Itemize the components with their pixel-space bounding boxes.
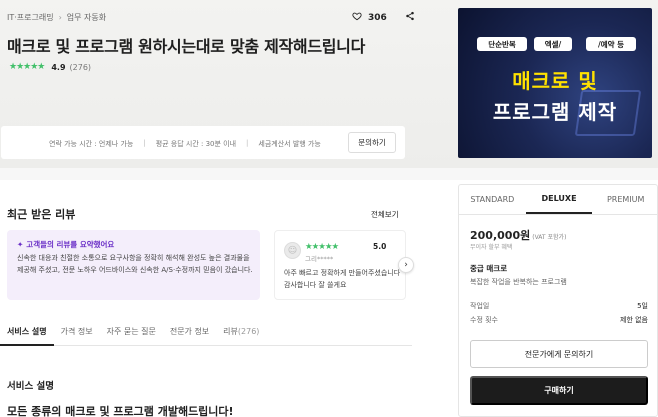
banner-chip: 엑셀/ xyxy=(534,37,572,51)
sparkle-icon: ✦ xyxy=(17,240,24,249)
plan-description: 복잡한 작업을 반복하는 프로그램 xyxy=(470,278,567,286)
tab-faq[interactable]: 자주 묻는 질문 xyxy=(100,318,163,346)
breadcrumb: IT·프로그래밍 › 업무 자동화 xyxy=(7,12,106,23)
header-actions: 306 xyxy=(352,11,415,24)
info-divider: | xyxy=(143,139,146,147)
rating-score: 4.9 xyxy=(51,62,66,72)
tab-expert-info[interactable]: 전문가 정보 xyxy=(163,318,216,346)
breadcrumb-category[interactable]: IT·프로그래밍 xyxy=(7,12,54,23)
banner-chip: 단순반복 xyxy=(477,37,527,51)
breadcrumb-separator: › xyxy=(58,13,62,22)
buy-button[interactable]: 구매하기 xyxy=(470,376,648,405)
breadcrumb-subcategory[interactable]: 업무 자동화 xyxy=(67,12,106,23)
share-icon[interactable] xyxy=(405,11,415,24)
reviews-title: 최근 받은 리뷰 xyxy=(7,208,76,221)
ai-summary-text: 신속한 대응과 친절한 소통으로 요구사항을 정확히 해석해 완성도 높은 결과… xyxy=(17,254,253,274)
package-tabs: STANDARD DELUXE PREMIUM xyxy=(459,185,658,215)
package-panel: STANDARD DELUXE PREMIUM 200,000원 (VAT 포함가… xyxy=(458,184,658,417)
banner-headline: 매크로 및 xyxy=(512,69,598,93)
service-banner-image: 단순반복 엑셀/ /예약 등 매크로 및 프로그램 제작 xyxy=(458,8,652,158)
tab-standard[interactable]: STANDARD xyxy=(459,185,526,214)
heart-icon[interactable] xyxy=(352,11,362,24)
review-score: 5.0 xyxy=(373,242,387,251)
reviewer-name: 그리***** xyxy=(305,255,334,263)
ai-summary-title: 고객들의 리뷰를 요약했어요 xyxy=(26,240,115,249)
info-divider: | xyxy=(246,139,249,147)
installment-note: 무이자 할부 혜택 xyxy=(470,244,513,251)
revisions-value: 제한 없음 xyxy=(620,316,648,324)
tab-deluxe[interactable]: DELUXE xyxy=(525,185,593,214)
response-time: 평균 응답 시간 : 30분 이내 xyxy=(155,140,237,148)
star-rating-icon: ★★★★★ xyxy=(9,62,45,72)
detail-tabs: 서비스 설명 가격 정보 자주 묻는 질문 전문가 정보 리뷰(276) xyxy=(0,318,412,346)
tab-reviews[interactable]: 리뷰(276) xyxy=(216,318,266,346)
tax-invoice: 세금계산서 발행 가능 xyxy=(258,140,321,148)
revisions-row: 수정 횟수 제한 없음 xyxy=(470,315,648,325)
tab-service-description[interactable]: 서비스 설명 xyxy=(0,318,54,346)
tab-price-info[interactable]: 가격 정보 xyxy=(54,318,100,346)
contact-time: 연락 가능 시간 : 언제나 가능 xyxy=(49,140,134,148)
contact-expert-button[interactable]: 전문가에게 문의하기 xyxy=(470,340,648,368)
service-description-heading: 서비스 설명 xyxy=(7,381,55,392)
see-all-link[interactable]: 전체보기 xyxy=(371,209,399,220)
like-count: 306 xyxy=(368,12,387,23)
section-divider xyxy=(0,168,658,180)
banner-headline-2: 프로그램 제작 xyxy=(492,100,618,124)
review-text: 아주 빠르고 정확하게 만들어주셨습니다 감사합니다 잘 쓸게요 xyxy=(284,269,401,289)
package-price: 200,000원 (VAT 포함가) xyxy=(470,229,567,242)
chevron-right-icon[interactable]: › xyxy=(398,257,414,273)
banner-chip: /예약 등 xyxy=(586,37,636,51)
inquire-button[interactable]: 문의하기 xyxy=(348,132,396,153)
tab-premium[interactable]: PREMIUM xyxy=(592,185,658,214)
ai-review-summary: ✦ 고객들의 리뷰를 요약했어요 신속한 대응과 친절한 소통으로 요구사항을 … xyxy=(7,230,260,300)
review-card[interactable]: ☺ ★★★★★ 5.0 그리***** 아주 빠르고 정확하게 만들어주셨습니다… xyxy=(274,230,406,300)
service-description-subheading: 모든 종류의 매크로 및 프로그램 개발해드립니다! xyxy=(7,405,234,417)
plan-name: 중급 매크로 xyxy=(470,264,508,273)
rating-count[interactable]: (276) xyxy=(70,63,92,72)
avatar: ☺ xyxy=(284,242,301,259)
work-days-row: 작업일 5일 xyxy=(470,301,648,311)
work-days-label: 작업일 xyxy=(470,302,490,310)
service-title: 매크로 및 프로그램 원하시는대로 맞춤 제작해드립니다 xyxy=(7,37,366,56)
star-rating-icon: ★★★★★ xyxy=(305,242,339,252)
rating-summary: ★★★★★ 4.9 (276) xyxy=(9,62,91,72)
info-bar: 연락 가능 시간 : 언제나 가능 | 평균 응답 시간 : 30분 이내 | … xyxy=(1,126,405,159)
work-days-value: 5일 xyxy=(637,302,648,310)
revisions-label: 수정 횟수 xyxy=(470,316,498,324)
